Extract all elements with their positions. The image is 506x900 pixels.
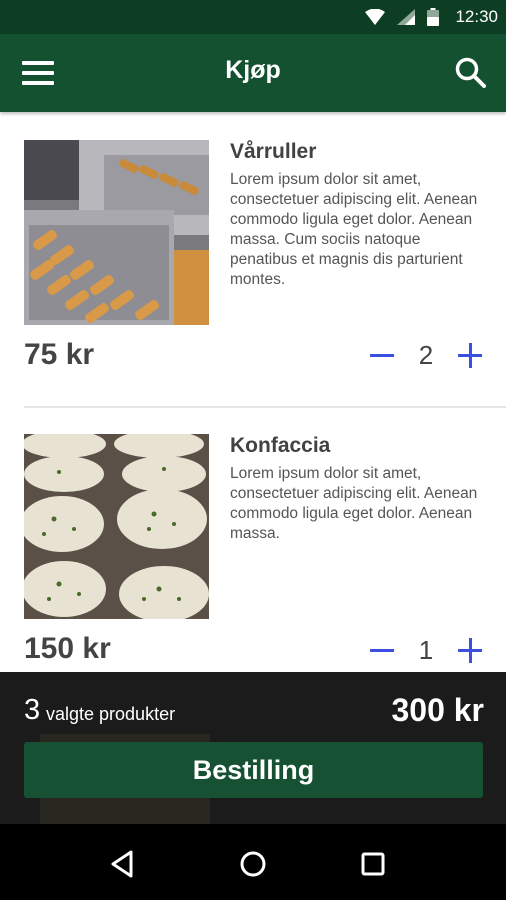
system-nav-bar — [0, 824, 506, 900]
quantity-value: 1 — [418, 635, 434, 665]
product-name: Vårruller — [230, 140, 317, 163]
product-image — [24, 434, 209, 619]
order-summary-bar: 3 valgte produkter 300 kr Bestilling — [0, 672, 506, 824]
recents-icon[interactable] — [353, 844, 393, 884]
battery-icon — [427, 8, 440, 26]
back-icon[interactable] — [103, 844, 143, 884]
product-name: Konfaccia — [230, 434, 331, 457]
wifi-icon — [365, 9, 386, 25]
product-item: Vårruller Lorem ipsum dolor sit amet, co… — [0, 112, 506, 407]
product-item: Konfaccia Lorem ipsum dolor sit amet, co… — [0, 407, 506, 672]
product-description: Lorem ipsum dolor sit amet, consectetuer… — [230, 465, 478, 542]
product-price: 150 kr — [24, 632, 111, 665]
total-price: 300 kr — [391, 692, 484, 728]
product-price: 75 kr — [24, 338, 95, 371]
quantity-value: 2 — [418, 340, 434, 370]
selected-count-label: valgte produkter — [46, 704, 176, 724]
product-description: Lorem ipsum dolor sit amet, consectetuer… — [230, 171, 478, 288]
page-title: Kjøp — [225, 56, 281, 84]
order-button[interactable]: Bestilling — [24, 742, 483, 798]
app-bar: Kjøp — [0, 34, 506, 112]
status-bar: 12:30 — [0, 0, 506, 34]
increase-button[interactable] — [456, 342, 484, 370]
home-icon[interactable] — [233, 844, 273, 884]
product-list[interactable]: Vårruller Lorem ipsum dolor sit amet, co… — [0, 112, 506, 672]
search-icon[interactable] — [454, 56, 488, 90]
quantity-stepper: 1 — [368, 635, 484, 666]
status-icons: 12:30 — [365, 0, 498, 34]
decrease-button[interactable] — [368, 342, 396, 370]
increase-button[interactable] — [456, 637, 484, 665]
signal-icon — [397, 9, 416, 25]
product-image — [24, 140, 209, 325]
selected-count: 3 — [24, 694, 41, 726]
quantity-stepper: 2 — [368, 340, 484, 371]
status-time: 12:30 — [455, 7, 498, 26]
decrease-button[interactable] — [368, 637, 396, 665]
